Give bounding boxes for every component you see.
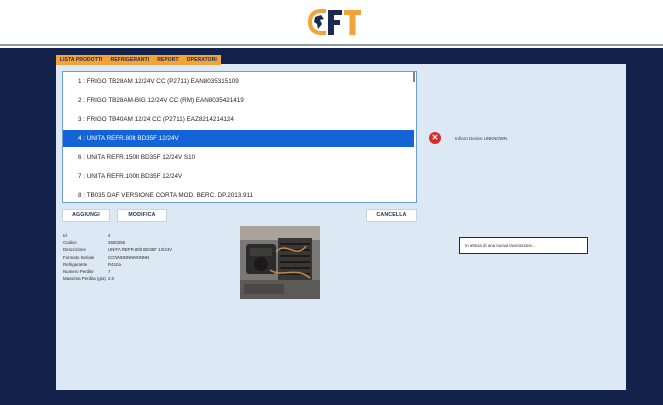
detail-value: 3650256 <box>108 240 126 246</box>
list-item[interactable]: 6 : UNITA REFR.150lt BD35F 12/24V S10 <box>63 149 414 166</box>
detail-label: Numero Perdite <box>63 268 94 274</box>
detail-value: R410a <box>108 261 121 267</box>
detail-row: Numero Perdite 7 <box>63 268 208 275</box>
list-item[interactable]: 8 : TB035 DAF VERSIONE CORTA MOD. BERC. … <box>63 187 414 202</box>
detail-value: 2.0 <box>108 276 115 282</box>
tab-bar: LISTA PRODOTTI REFRIGERANTI REPORT OPERA… <box>56 55 221 65</box>
add-button[interactable]: AGGIUNGI <box>62 209 110 222</box>
product-details: Id 4 Codice 3650256 Descrizione UNITA REFR.… <box>63 232 208 282</box>
refrigeration-unit-image <box>240 226 320 299</box>
detail-value: 7 <box>108 268 111 274</box>
detail-label: Massima Perdita (g/a) <box>63 276 106 282</box>
error-x-icon: ✕ <box>429 132 441 144</box>
detail-label: Refrigerante <box>63 261 88 267</box>
list-scrollbar[interactable] <box>413 72 415 82</box>
list-item[interactable]: 7 : UNITA REFR.100lt BD35F 12/24V <box>63 168 414 185</box>
ft-logo-graphic <box>308 9 361 35</box>
tab-operatori[interactable]: OPERATORI <box>183 55 221 65</box>
tab-lista-prodotti[interactable]: LISTA PRODOTTI <box>56 55 107 65</box>
detail-row: Codice 3650256 <box>63 239 208 246</box>
product-list[interactable]: 1 : FRIGO TB28AM 12/24V CC (P2711) EAN80… <box>62 71 417 203</box>
detail-value: UNITA REFR.80lt BD35F 12/24V <box>108 247 173 253</box>
delete-button[interactable]: CANCELLA <box>366 209 417 222</box>
detail-label: Formato Seriale <box>63 254 95 260</box>
detail-row: Formato Seriale CCNNNNNNNNNNN <box>63 254 208 261</box>
ft-logo <box>306 7 362 37</box>
device-status-text: Inficon Device UNKNOWN <box>455 136 507 141</box>
list-item[interactable]: 2 : FRIGO TB28AM-BIG 12/24V CC (RM) EAN8… <box>63 92 414 109</box>
detail-row: Massima Perdita (g/a) 2.0 <box>63 275 208 282</box>
list-item-selected[interactable]: 4 : UNITA REFR.80lt BD35F 12/24V <box>63 130 414 147</box>
detail-row: Id 4 <box>63 232 208 239</box>
detail-value: CCNNNNNNNNNNN <box>108 254 150 260</box>
list-item[interactable]: 1 : FRIGO TB28AM 12/24V CC (P2711) EAN80… <box>63 73 414 90</box>
detail-row: Refrigerante R410a <box>63 261 208 268</box>
product-photo <box>240 226 320 299</box>
detail-row: Descrizione UNITA REFR.80lt BD35F 12/24V <box>63 246 208 253</box>
list-item[interactable]: 3 : FRIGO TB40AM 12/24 CC (P2711) EAZ821… <box>63 111 414 128</box>
tab-report[interactable]: REPORT <box>153 55 182 65</box>
detail-label: Codice <box>63 240 77 246</box>
detail-label: Descrizione <box>63 247 86 253</box>
tab-refrigeranti[interactable]: REFRIGERANTI <box>107 55 154 65</box>
detail-label: Id <box>63 233 67 238</box>
status-message-box: In attesa di una nuova lavorazione... <box>459 237 588 254</box>
detail-value: 4 <box>108 233 111 238</box>
edit-button[interactable]: MODIFICA <box>117 209 167 222</box>
header <box>0 0 663 46</box>
